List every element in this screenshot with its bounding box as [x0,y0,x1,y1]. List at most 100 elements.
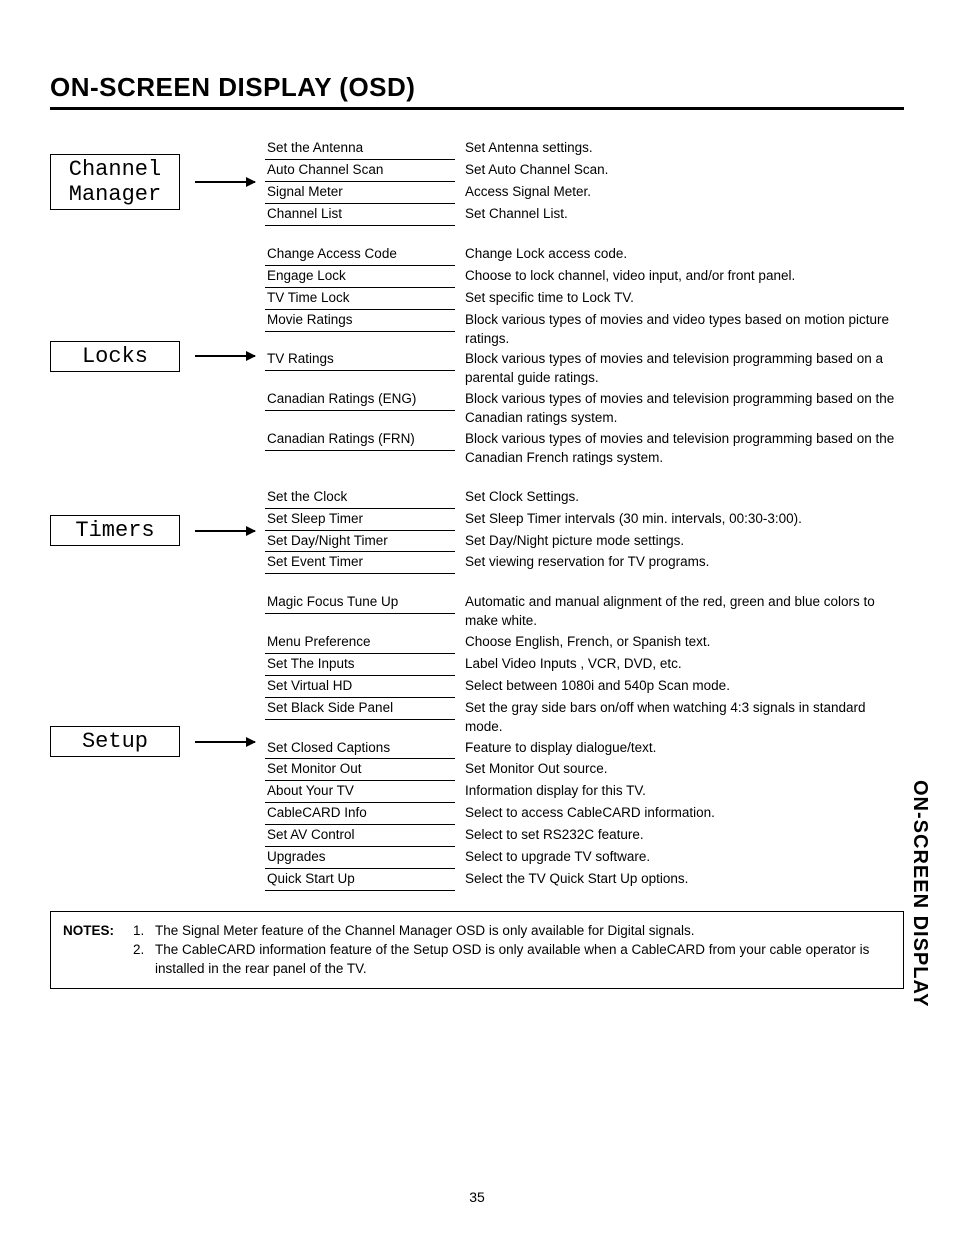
category-box: Locks [50,341,180,372]
section: Setup Magic Focus Tune Up Automatic and ma… [50,592,904,890]
section: Locks Change Access Code Change Lock acces… [50,244,904,469]
menu-row: Menu Preference Choose English, French, o… [265,632,904,654]
menu-row: Channel List Set Channel List. [265,204,904,226]
menu-item-label: Canadian Ratings (ENG) [265,389,455,411]
osd-diagram: Channel Manager Set the AntennaSet Antenn… [50,138,904,890]
menu-row: Quick Start Up Select the TV Quick Start … [265,869,904,891]
menu-item-label: CableCARD Info [265,803,455,825]
side-tab: ON-SCREEN DISPLAY [908,780,931,1007]
menu-item-label: Set the Clock [265,487,455,509]
menu-row: Set The Inputs Label Video Inputs , VCR, … [265,654,904,676]
category-box: Setup [50,726,180,757]
menu-item-label: Menu Preference [265,632,455,654]
section: TimersSet the ClockSet Clock Settings.Se… [50,487,904,575]
menu-item-label: TV Time Lock [265,288,455,310]
menu-item-label: Set AV Control [265,825,455,847]
note-item: 2.The CableCARD information feature of t… [133,941,891,979]
menu-item-label: Upgrades [265,847,455,869]
menu-row: About Your TV Information display for thi… [265,781,904,803]
arrow-icon [195,530,255,532]
menu-item-desc: Set Monitor Out source. [465,759,904,780]
menu-item-label: Set Sleep Timer [265,509,455,531]
menu-item-label: Channel List [265,204,455,226]
notes-list: 1.The Signal Meter feature of the Channe… [133,922,891,979]
menu-row: Auto Channel Scan Set Auto Channel Scan. [265,160,904,182]
note-number: 1. [133,922,155,941]
category-box: Timers [50,515,180,546]
menu-item-desc: Label Video Inputs , VCR, DVD, etc. [465,654,904,675]
menu-row: Upgrades Select to upgrade TV software. [265,847,904,869]
notes-label: NOTES: [63,922,133,979]
menu-row: Set AV ControlSelect to set RS232C featu… [265,825,904,847]
arrow-icon [195,181,255,183]
menu-item-label: Engage Lock [265,266,455,288]
menu-item-desc: Block various types of movies and televi… [465,429,904,469]
menu-row: Set the Clock Set Clock Settings. [265,487,904,509]
menu-item-label: Set Virtual HD [265,676,455,698]
menu-item-desc: Set specific time to Lock TV. [465,288,904,309]
menu-item-label: Set Black Side Panel [265,698,455,720]
menu-item-label: Set Closed Captions [265,738,455,760]
menu-item-label: Set The Inputs [265,654,455,676]
menu-item-label: Auto Channel Scan [265,160,455,182]
menu-item-label: Quick Start Up [265,869,455,891]
menu-row: Movie Ratings Block various types of movi… [265,310,904,350]
menu-row: TV Time Lock Set specific time to Lock TV… [265,288,904,310]
menu-row: Set Event Timer Set viewing reservation f… [265,552,904,574]
page-title: ON-SCREEN DISPLAY (OSD) [50,72,904,110]
category-box: Channel Manager [50,154,180,211]
menu-row: Canadian Ratings (FRN) Block various type… [265,429,904,469]
menu-item-label: Set the Antenna [265,138,455,160]
notes-box: NOTES: 1.The Signal Meter feature of the… [50,911,904,990]
menu-item-desc: Set Auto Channel Scan. [465,160,904,181]
menu-row: Magic Focus Tune Up Automatic and manual … [265,592,904,632]
menu-row: TV Ratings Block various types of movies … [265,349,904,389]
menu-item-desc: Select to upgrade TV software. [465,847,904,868]
menu-item-desc: Set Sleep Timer intervals (30 min. inter… [465,509,904,530]
menu-item-desc: Select the TV Quick Start Up options. [465,869,904,890]
menu-item-desc: Choose to lock channel, video input, and… [465,266,904,287]
arrow-icon [195,355,255,357]
menu-row: Engage Lock Choose to lock channel, video… [265,266,904,288]
menu-item-desc: Block various types of movies and video … [465,310,904,350]
menu-item-label: Change Access Code [265,244,455,266]
menu-row: Set Day/Night Timer Set Day/Night picture… [265,531,904,553]
page-number: 35 [0,1189,954,1205]
menu-row: Set Monitor Out Set Monitor Out source. [265,759,904,781]
menu-item-desc: Information display for this TV. [465,781,904,802]
note-item: 1.The Signal Meter feature of the Channe… [133,922,891,941]
menu-item-desc: Choose English, French, or Spanish text. [465,632,904,653]
menu-item-desc: Block various types of movies and televi… [465,389,904,429]
menu-item-label: About Your TV [265,781,455,803]
menu-row: Set Sleep Timer Set Sleep Timer intervals… [265,509,904,531]
arrow-icon [195,741,255,743]
menu-item-label: Signal Meter [265,182,455,204]
menu-item-label: Movie Ratings [265,310,455,332]
menu-row: Signal Meter Access Signal Meter. [265,182,904,204]
menu-row: Set Closed CaptionsFeature to display di… [265,738,904,760]
menu-row: Set Black Side PanelSet the gray side ba… [265,698,904,738]
menu-item-desc: Select between 1080i and 540p Scan mode. [465,676,904,697]
note-text: The Signal Meter feature of the Channel … [155,922,695,941]
menu-item-desc: Change Lock access code. [465,244,904,265]
menu-item-label: TV Ratings [265,349,455,371]
note-text: The CableCARD information feature of the… [155,941,891,979]
menu-item-desc: Set Clock Settings. [465,487,904,508]
section: Channel Manager Set the AntennaSet Antenn… [50,138,904,226]
menu-item-desc: Block various types of movies and televi… [465,349,904,389]
menu-row: CableCARD InfoSelect to access CableCARD… [265,803,904,825]
note-number: 2. [133,941,155,979]
menu-item-desc: Set Channel List. [465,204,904,225]
menu-item-label: Magic Focus Tune Up [265,592,455,614]
menu-row: Set Virtual HD Select between 1080i and 5… [265,676,904,698]
menu-item-label: Set Event Timer [265,552,455,574]
menu-item-label: Canadian Ratings (FRN) [265,429,455,451]
menu-item-desc: Set Day/Night picture mode settings. [465,531,904,552]
menu-row: Change Access Code Change Lock access cod… [265,244,904,266]
menu-item-label: Set Monitor Out [265,759,455,781]
menu-item-desc: Access Signal Meter. [465,182,904,203]
menu-row: Set the AntennaSet Antenna settings. [265,138,904,160]
menu-item-desc: Automatic and manual alignment of the re… [465,592,904,632]
menu-item-desc: Set viewing reservation for TV programs. [465,552,904,573]
menu-item-label: Set Day/Night Timer [265,531,455,553]
